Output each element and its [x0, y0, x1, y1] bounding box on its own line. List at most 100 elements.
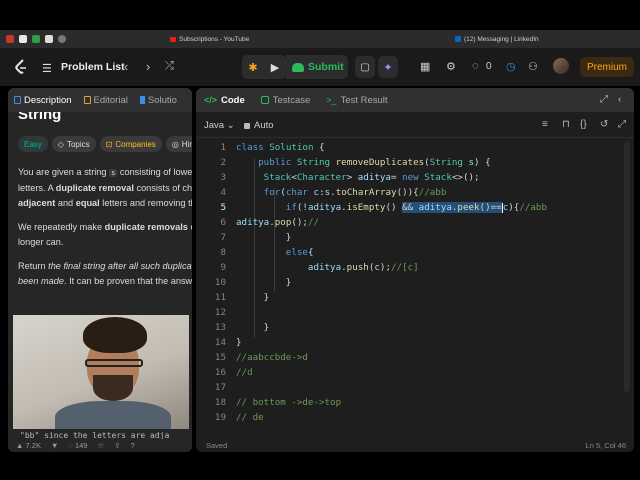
layout-grid-icon[interactable]: ▦ [420, 60, 430, 73]
line-number: 8 [220, 247, 226, 258]
tab-label: Editorial [93, 94, 128, 106]
code-line: aditya.pop();// [236, 217, 320, 228]
braces-icon[interactable]: {} [580, 119, 587, 130]
line-number: 13 [214, 322, 226, 333]
tab-testcase[interactable]: Testcase [253, 95, 319, 106]
language-label: Java [204, 120, 225, 131]
comments[interactable]: ◌ 149 [68, 441, 87, 450]
pinned-tab-icon[interactable] [6, 35, 14, 43]
shuffle-icon[interactable]: ⤮ [165, 60, 174, 73]
tab-editorial[interactable]: Editorial [78, 95, 134, 106]
code-line: // bottom ->de->top [236, 397, 342, 408]
tab-label: Test Result [340, 94, 388, 106]
reset-icon[interactable]: ↺ [600, 119, 608, 130]
presenter-body [55, 401, 171, 429]
problem-list-link[interactable]: Problem List [61, 61, 125, 73]
description-tabs: Description Editorial Solutio [8, 88, 192, 112]
collapse-icon[interactable]: ‹ [618, 94, 621, 105]
pinned-tab-icon[interactable] [32, 35, 40, 43]
topics-chip[interactable]: ◇ Topics [51, 136, 96, 152]
description-paragraph: You are given a string s consisting of l… [18, 165, 192, 211]
italic-text: been made [18, 276, 64, 286]
line-number: 15 [214, 352, 226, 363]
editor-scrollbar[interactable] [624, 142, 630, 392]
share-icon[interactable]: ⇪ [114, 441, 120, 450]
tab-test-result[interactable]: >_ Test Result [318, 95, 395, 106]
line-number: 5 [220, 202, 226, 213]
editor-status-bar: Saved Ln 5, Col 46 [196, 440, 634, 452]
hint-chip[interactable]: ◎Hint [165, 136, 192, 152]
cloud-upload-icon [292, 62, 304, 72]
top-nav: ☰ Problem List ‹ › ⤮ ✱ ▶ Submit ▢ ✦ ▦ ⚙ … [0, 48, 640, 86]
browser-tab-linkedin[interactable]: (12) Messaging | LinkedIn [455, 36, 539, 43]
likes[interactable]: ▲ 7.2K [16, 441, 41, 450]
gmail-icon[interactable] [19, 35, 27, 43]
help-icon[interactable]: ? [130, 441, 134, 450]
companies-chip[interactable]: ⊡ Companies [99, 136, 162, 152]
run-button[interactable]: ▶ [264, 55, 286, 79]
text: or [188, 222, 192, 232]
ai-sparkle-icon[interactable]: ✦ [378, 56, 398, 78]
code-editor[interactable]: 1 class Solution { 2 public String remov… [196, 142, 634, 438]
code-line: //aabccbde->d [236, 352, 308, 363]
problem-description: You are given a string s consisting of l… [18, 165, 192, 298]
text: We repeatedly make [18, 222, 105, 232]
code-line: } [236, 232, 292, 243]
code-line: } [236, 292, 270, 303]
submit-label: Submit [308, 61, 344, 73]
fullscreen-icon[interactable]: ⤢ [618, 119, 626, 130]
code-line: Stack<Character> aditya= new Stack<>(); [263, 172, 480, 183]
bookmark-icon[interactable]: ⊓ [562, 119, 570, 130]
line-number: 4 [220, 187, 226, 198]
debug-icon[interactable]: ✱ [242, 55, 264, 79]
tab-description[interactable]: Description [8, 95, 78, 106]
tab-code[interactable]: </> Code [196, 95, 253, 106]
text: Return [18, 261, 49, 271]
auto-mode[interactable]: Auto [244, 120, 274, 131]
fire-icon[interactable]: ◌ [472, 60, 479, 72]
problem-list-icon[interactable]: ☰ [42, 62, 52, 75]
pinned-tab-icon[interactable] [58, 35, 66, 43]
line-number: 18 [214, 397, 226, 408]
letterbox-top [0, 0, 640, 30]
code-line: // de [236, 412, 264, 423]
save-status: Saved [206, 441, 228, 450]
line-number: 11 [214, 292, 226, 303]
browser-tab-youtube[interactable]: Subscriptions - YouTube [170, 36, 249, 43]
add-friend-icon[interactable]: ⚇ [528, 60, 538, 73]
code-line: class Solution { [236, 142, 325, 153]
prev-problem-icon[interactable]: ‹ [124, 59, 128, 74]
description-paragraph: Return the final string after all such d… [18, 259, 192, 289]
line-number: 9 [220, 262, 226, 273]
flask-icon [139, 96, 145, 104]
code-brackets-icon: </> [204, 95, 218, 105]
format-icon[interactable]: ≡ [542, 119, 548, 130]
maximize-icon[interactable]: ⤢ [600, 94, 608, 105]
text: letters. A [18, 183, 56, 193]
premium-button[interactable]: Premium [580, 57, 634, 77]
submit-button[interactable]: Submit [286, 55, 348, 79]
tab-label: Testcase [272, 94, 311, 106]
user-avatar[interactable] [553, 58, 569, 74]
description-panel: String Description Editorial Solutio Eas… [8, 88, 192, 452]
book-icon [83, 96, 91, 104]
run-controls: ✱ ▶ [242, 55, 286, 79]
language-select[interactable]: Java ⌄ [204, 120, 235, 131]
tab-solutions[interactable]: Solutio [134, 95, 183, 106]
timer-icon[interactable]: ◷ [506, 60, 516, 73]
notes-icon[interactable]: ▢ [355, 56, 375, 78]
checkbox-icon [260, 96, 269, 104]
line-number: 10 [214, 277, 226, 288]
lock-icon [244, 122, 250, 129]
line-number: 3 [220, 172, 226, 183]
text: . It can be proven that the answer [63, 276, 192, 286]
next-problem-icon[interactable]: › [146, 59, 150, 74]
code-line: //d [236, 367, 253, 378]
favorite-icon[interactable]: ☆ [97, 441, 104, 450]
chip-label: Hint [181, 139, 192, 149]
settings-gear-icon[interactable]: ⚙ [446, 60, 456, 73]
dislike-icon[interactable]: ▼ [51, 441, 58, 450]
pinned-tab-icon[interactable] [45, 35, 53, 43]
leetcode-logo-icon[interactable] [14, 59, 28, 75]
code-panel: </> Code Testcase >_ Test Result ⤢ ‹ Jav… [196, 88, 634, 452]
